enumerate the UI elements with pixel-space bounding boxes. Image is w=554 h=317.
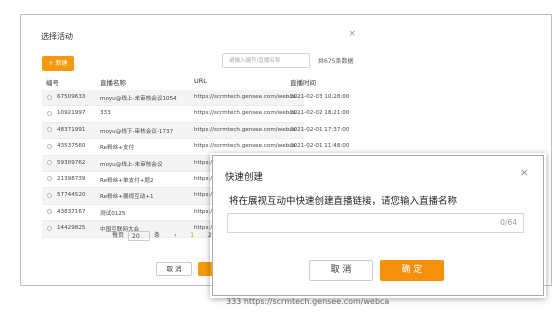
row-radio[interactable] — [47, 160, 52, 166]
prompt-text: 将在展视互动中快速创建直播链接，请您输入直播名称 — [229, 196, 458, 207]
col-url-header: URL — [194, 77, 207, 85]
row-id: 14429825 — [57, 225, 86, 232]
row-name: 333 — [100, 110, 111, 117]
row-id: 21398739 — [57, 175, 86, 182]
row-time: 2021-02-02 18:21:00 — [290, 110, 350, 117]
per-page-label: 每页 — [112, 232, 125, 239]
new-button[interactable]: + 新建 — [42, 56, 74, 71]
page-1-link[interactable]: 1 — [190, 232, 194, 239]
row-radio[interactable] — [47, 192, 52, 198]
row-name: moyu@线上-未审核会议1054 — [100, 96, 177, 102]
table-row[interactable]: 48371991 moyu@线下-审核会议-1737 https://scrmtec… — [42, 122, 349, 140]
per-page-select[interactable]: 20 — [128, 230, 151, 241]
col-name-header: 直播名称 — [100, 79, 126, 87]
row-radio[interactable] — [47, 94, 52, 100]
table-row[interactable]: 67509633 moyu@线上-未审核会议1054 https://scrmtec… — [42, 90, 349, 107]
row-id: 57744520 — [57, 192, 86, 199]
row-time: 2021-02-03 10:28:00 — [290, 94, 350, 100]
row-name: Re粉丝+展视互动+1 — [100, 194, 154, 201]
char-counter: 0/64 — [500, 218, 517, 227]
row-url: https://scrmtech.gensee.com/webca — [194, 143, 296, 150]
row-id: 10921997 — [57, 110, 86, 117]
col-id-header: 编号 — [46, 79, 59, 87]
row-time: 2021-02-01 17:37:00 — [290, 126, 350, 133]
close-icon[interactable]: × — [520, 166, 529, 179]
close-icon[interactable]: × — [348, 29, 356, 39]
search-input[interactable]: 请输入编号/直播名称 — [222, 53, 310, 68]
row-id: 43837167 — [57, 208, 86, 215]
cancel-button[interactable]: 取 消 — [156, 262, 192, 276]
table-row[interactable]: 10921997 333 https://scrmtech.gensee.com/w… — [42, 106, 349, 123]
row-url: https://scrmtech.gensee.com/webca — [194, 110, 296, 117]
live-name-input[interactable]: 0/64 — [227, 213, 524, 233]
dialog-title: 快速创建 — [225, 172, 264, 183]
prev-page-icon[interactable]: ‹ — [174, 232, 176, 239]
row-name: 测试0125 — [100, 210, 126, 217]
table-header: 编号 直播名称 URL 直播时间 — [42, 77, 362, 90]
col-time-header: 直播时间 — [290, 79, 316, 87]
row-id: 48371991 — [57, 126, 86, 133]
row-radio[interactable] — [47, 225, 52, 231]
dialog-title: 选择活动 — [41, 32, 73, 41]
quick-create-dialog: 快速创建 × 将在展视互动中快速创建直播链接，请您输入直播名称 0/64 取 消… — [212, 155, 544, 296]
row-radio[interactable] — [47, 209, 52, 215]
total-count: 共675条数据 — [318, 58, 354, 65]
row-name: moyu@线下-审核会议-1737 — [100, 128, 174, 135]
confirm-button[interactable]: 确 定 — [380, 260, 444, 281]
row-radio[interactable] — [47, 110, 52, 116]
row-radio[interactable] — [47, 127, 52, 133]
row-id: 43537560 — [57, 143, 86, 150]
row-url: https://scrmtech.gensee.com/webca — [194, 126, 296, 133]
row-url: https://scrmtech.gensee.com/webca — [194, 94, 296, 100]
row-name: moyu@线上-未审核会议 — [100, 161, 163, 168]
row-name: Re粉丝+单支付+题2 — [100, 177, 154, 184]
row-time: 2021-02-01 11:48:00 — [290, 143, 350, 150]
cancel-button[interactable]: 取 消 — [309, 260, 373, 281]
row-name: Re粉丝+支付 — [100, 145, 135, 152]
per-page-unit: 条 — [154, 232, 161, 239]
row-id: 59309762 — [57, 159, 86, 166]
row-radio[interactable] — [47, 143, 52, 149]
background-row-text: 333 https://scrmtech.gensee.com/webca — [226, 297, 390, 306]
row-radio[interactable] — [47, 176, 52, 182]
row-id: 67509633 — [57, 94, 86, 100]
